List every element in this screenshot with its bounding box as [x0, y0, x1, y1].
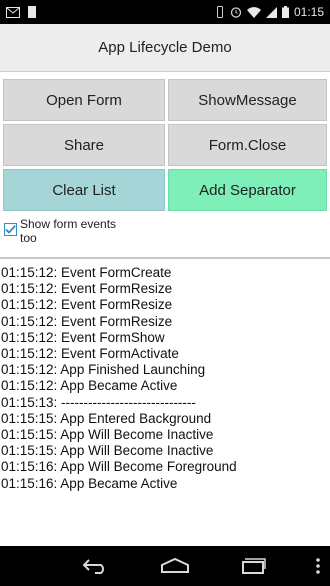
back-button[interactable]	[70, 546, 120, 586]
show-form-events-checkbox[interactable]	[4, 223, 17, 236]
recent-apps-icon	[242, 558, 266, 574]
overflow-menu-icon	[316, 558, 320, 574]
add-separator-button[interactable]: Add Separator	[168, 169, 327, 211]
show-message-button[interactable]: ShowMessage	[168, 79, 327, 121]
share-button[interactable]: Share	[3, 124, 165, 166]
wifi-icon	[246, 6, 261, 18]
log-divider	[0, 257, 330, 259]
form-close-button[interactable]: Form.Close	[168, 124, 327, 166]
page-title: App Lifecycle Demo	[98, 39, 232, 56]
status-bar: 01:15	[0, 0, 330, 24]
log-entry: 01:15:12: Event FormShow	[1, 329, 165, 345]
show-form-events-checkbox-row[interactable]: Show form events too	[4, 217, 130, 245]
checkmark-icon	[5, 225, 16, 234]
log-entry: 01:15:12: App Became Active	[1, 378, 178, 394]
home-button[interactable]	[150, 546, 200, 586]
open-form-button[interactable]: Open Form	[3, 79, 165, 121]
log-entry: 01:15:15: App Will Become Inactive	[1, 443, 214, 459]
log-entry: 01:15:12: Event FormCreate	[1, 265, 172, 280]
log-entry: 01:15:12: Event FormActivate	[1, 346, 179, 362]
log-entry: 01:15:13: ------------------------------	[1, 394, 196, 410]
log-entry: 01:15:15: App Entered Background	[1, 410, 212, 426]
home-icon	[161, 557, 189, 573]
log-entry: 01:15:16: App Became Active	[1, 475, 178, 491]
event-log-list[interactable]: 01:15:12: Event FormCreate 01:15:12: Eve…	[1, 265, 329, 545]
signal-icon	[265, 6, 277, 18]
log-entry: 01:15:15: App Will Become Inactive	[1, 427, 214, 443]
show-form-events-label: Show form events too	[20, 217, 117, 245]
back-icon	[82, 559, 104, 574]
mail-icon	[6, 6, 20, 18]
log-entry: 01:15:16: App Will Become Foreground	[1, 459, 237, 475]
clear-list-button[interactable]: Clear List	[3, 169, 165, 211]
app-title-bar: App Lifecycle Demo	[0, 24, 330, 72]
log-entry: 01:15:12: Event FormResize	[1, 281, 173, 297]
status-left	[6, 6, 36, 18]
alarm-icon	[230, 6, 242, 18]
status-right: 01:15	[215, 5, 324, 19]
sim-card-icon	[28, 6, 36, 18]
recent-apps-button[interactable]	[228, 546, 278, 586]
vibrate-icon	[215, 6, 225, 18]
log-entry: 01:15:12: App Finished Launching	[1, 362, 206, 378]
navigation-bar	[0, 546, 330, 586]
log-entry: 01:15:12: Event FormResize	[1, 297, 173, 313]
clock: 01:15	[293, 5, 324, 19]
battery-icon	[281, 6, 289, 18]
overflow-menu-button[interactable]	[308, 546, 328, 586]
log-entry: 01:15:12: Event FormResize	[1, 313, 173, 329]
